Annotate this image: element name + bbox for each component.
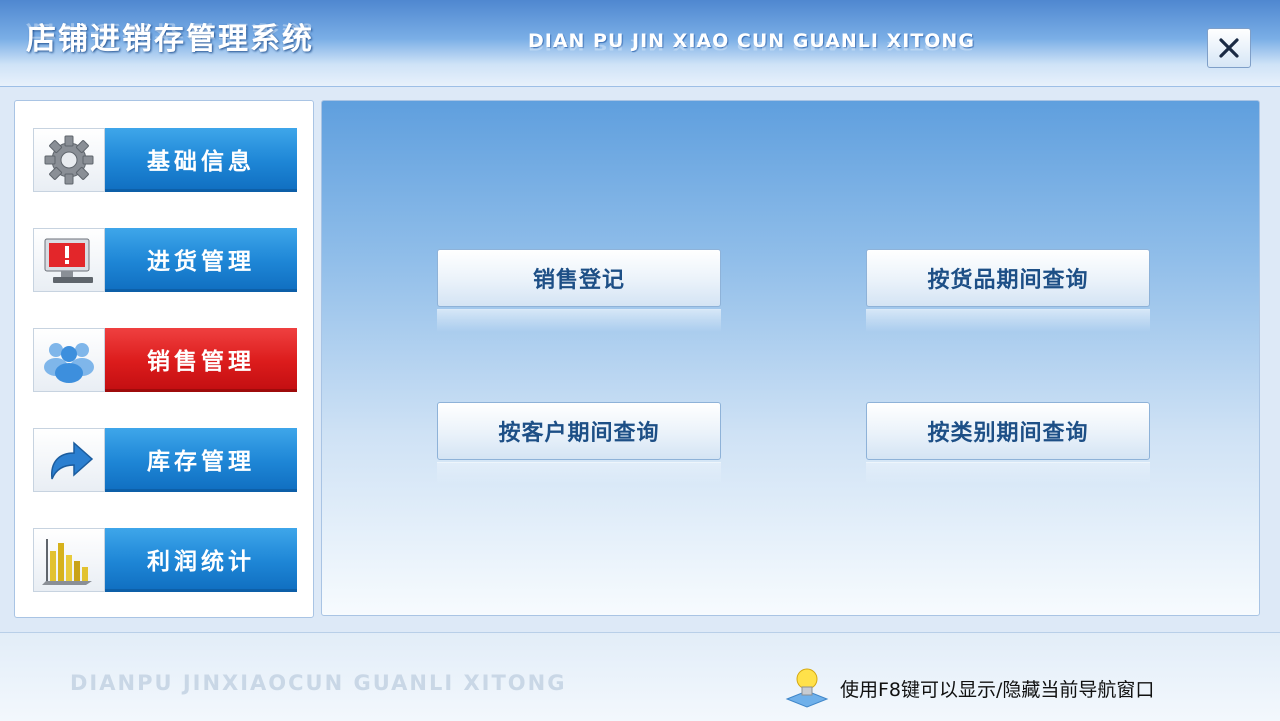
users-icon	[44, 343, 94, 383]
app-title-pinyin: DIAN PU JIN XIAO CUN GUANLI XITONG	[528, 30, 975, 52]
nav-item-sales[interactable]: 销售管理	[33, 328, 297, 392]
button-reflection	[866, 309, 1150, 332]
button-reflection	[437, 309, 721, 332]
nav-item-basic-info[interactable]: 基础信息	[33, 128, 297, 192]
lightbulb-icon	[785, 668, 829, 708]
app-title: 店铺进销存管理系统	[26, 22, 314, 57]
nav-item-label: 进货管理	[105, 228, 297, 292]
nav-item-label: 库存管理	[105, 428, 297, 492]
nav-item-label: 基础信息	[105, 128, 297, 192]
alert-monitor-icon	[44, 238, 93, 283]
status-bar: DIANPU JINXIAOCUN GUANLI XITONG 使用F8键可以显…	[0, 632, 1280, 721]
nav-item-label: 利润统计	[105, 528, 297, 592]
status-watermark: DIANPU JINXIAOCUN GUANLI XITONG	[70, 671, 567, 695]
bar-chart-icon	[42, 539, 92, 585]
query-by-customer-period-button[interactable]: 按客户期间查询	[437, 402, 721, 460]
nav-item-purchase[interactable]: 进货管理	[33, 228, 297, 292]
nav-item-label: 销售管理	[105, 328, 297, 392]
arrow-icon	[51, 441, 94, 480]
query-by-goods-period-button[interactable]: 按货品期间查询	[866, 249, 1150, 307]
query-by-category-period-button[interactable]: 按类别期间查询	[866, 402, 1150, 460]
navigation-panel: 基础信息 进货管理 销售管理 库存管理 利润统计	[14, 100, 314, 618]
nav-item-profit[interactable]: 利润统计	[33, 528, 297, 592]
sales-register-button[interactable]: 销售登记	[437, 249, 721, 307]
title-bar: 店铺进销存管理系统 店铺进销存管理系统 DIAN PU JIN XIAO CUN…	[0, 0, 1280, 87]
f8-hint-text: 使用F8键可以显示/隐藏当前导航窗口	[840, 679, 1155, 701]
gear-icon	[44, 135, 94, 185]
main-content-panel: 销售登记 按货品期间查询 按客户期间查询 按类别期间查询	[321, 100, 1260, 616]
close-icon	[1219, 38, 1239, 58]
button-reflection	[866, 462, 1150, 485]
close-button[interactable]	[1207, 28, 1251, 68]
button-reflection	[437, 462, 721, 485]
nav-item-inventory[interactable]: 库存管理	[33, 428, 297, 492]
